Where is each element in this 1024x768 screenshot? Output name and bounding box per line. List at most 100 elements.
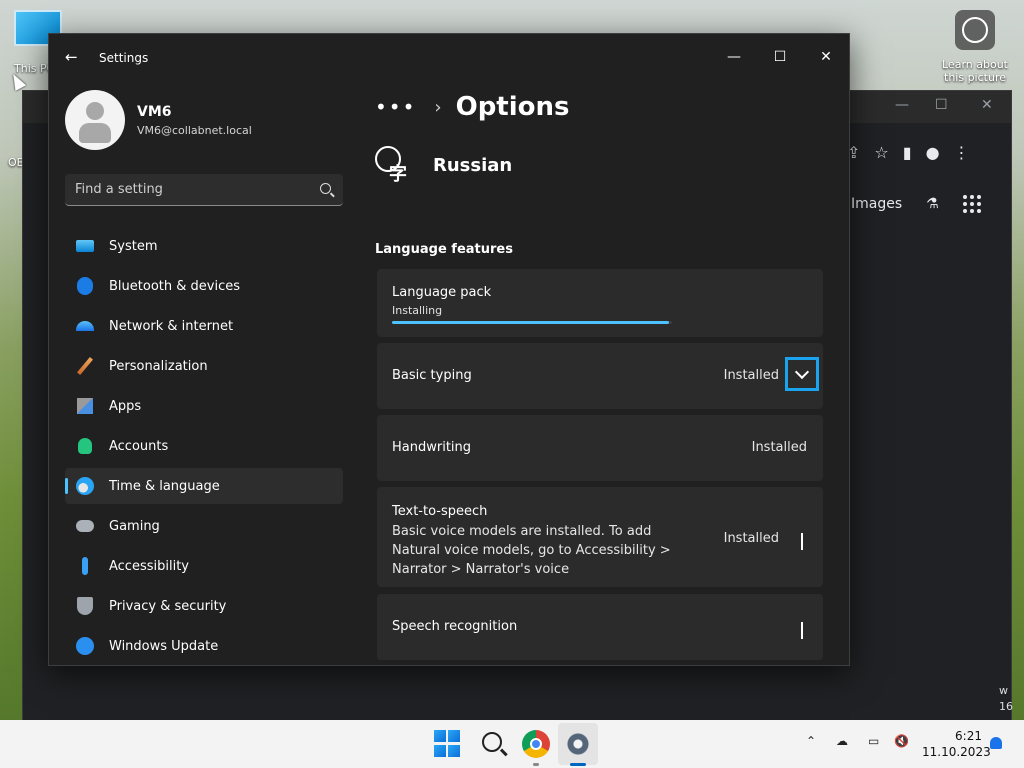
search-input[interactable] (65, 174, 315, 205)
person-icon (75, 436, 95, 456)
onedrive-cloud-icon[interactable]: ☁ (836, 734, 848, 748)
speech-recognition-label: Speech recognition (392, 619, 518, 634)
sidebar-item-accounts[interactable]: Accounts (65, 428, 343, 464)
install-progress-bar (392, 321, 672, 324)
sidebar-item-label: Windows Update (109, 638, 219, 654)
sidebar-item-label: System (109, 238, 158, 254)
maximize-button[interactable]: ☐ (757, 42, 803, 72)
sidebar-item-label: Accounts (109, 438, 169, 454)
sidebar-item-label: Privacy & security (109, 598, 227, 614)
settings-window: ← Settings — ☐ ✕ VM6 VM6@collabnet.local… (48, 33, 850, 666)
update-icon (75, 636, 95, 656)
sidepanel-icon[interactable]: ▮ (903, 143, 912, 162)
brush-icon (75, 356, 95, 376)
sidebar-item-bluetooth[interactable]: Bluetooth & devices (65, 268, 343, 304)
learn-about-picture-label: Learn about this picture (942, 58, 1008, 84)
user-profile[interactable]: VM6 VM6@collabnet.local (65, 90, 252, 150)
sidebar-item-apps[interactable]: Apps (65, 388, 343, 424)
search-icon[interactable] (320, 183, 331, 194)
sidebar-item-network[interactable]: Network & internet (65, 308, 343, 344)
chrome-close-icon[interactable]: ✕ (981, 97, 993, 113)
globe-clock-icon (75, 476, 95, 496)
chrome-toolbar: ⇪ ☆ ▮ ● ⋮ (847, 135, 999, 169)
settings-titlebar: ← Settings — ☐ ✕ (49, 34, 849, 82)
camera-icon (955, 10, 995, 50)
sidebar-item-privacy[interactable]: Privacy & security (65, 588, 343, 624)
page-title: Options (455, 92, 570, 122)
sidebar-item-personalization[interactable]: Personalization (65, 348, 343, 384)
chrome-taskbar-icon[interactable] (522, 730, 550, 758)
sidebar-item-accessibility[interactable]: Accessibility (65, 548, 343, 584)
search-box[interactable] (65, 174, 343, 206)
date: 11.10.2023 (922, 745, 991, 759)
window-title: Settings (99, 51, 149, 65)
start-windows-icon[interactable] (434, 730, 462, 758)
tray-chevron-up-icon[interactable]: ⌃ (806, 734, 816, 748)
language-name: Russian (433, 154, 513, 176)
text-to-speech-card[interactable]: Text-to-speech Basic voice models are in… (377, 487, 823, 587)
language-pack-card: Language pack Installing (377, 269, 823, 337)
speech-recognition-card[interactable]: Speech recognition (377, 594, 823, 660)
shield-icon (75, 596, 95, 616)
language-pack-status: Installing (392, 304, 443, 317)
breadcrumb-overflow-button[interactable]: ••• (375, 95, 416, 119)
sidebar-item-label: Bluetooth & devices (109, 278, 240, 294)
accessibility-icon (75, 556, 95, 576)
clock[interactable]: 6:21 11.10.2023 (922, 728, 991, 760)
taskbar: ⌃ ☁ ▭ 🔇 6:21 11.10.2023 (0, 720, 1024, 768)
wifi-icon (75, 316, 95, 336)
gamepad-icon (75, 516, 95, 536)
volume-muted-icon[interactable]: 🔇 (894, 734, 909, 748)
close-button[interactable]: ✕ (803, 42, 849, 72)
images-link[interactable]: Images (851, 196, 902, 212)
sidebar-nav: System Bluetooth & devices Network & int… (65, 228, 343, 665)
running-indicator (533, 763, 539, 766)
handwriting-label: Handwriting (392, 440, 472, 455)
chevron-right-icon[interactable] (801, 533, 803, 550)
profile-icon[interactable]: ● (926, 143, 940, 162)
chevron-down-icon (794, 364, 810, 380)
sidebar-item-label: Accessibility (109, 558, 189, 574)
chrome-cut-text: w 16 (999, 684, 1013, 713)
handwriting-status: Installed (751, 440, 807, 455)
active-indicator (570, 763, 586, 766)
avatar (65, 90, 125, 150)
basic-typing-card[interactable]: Basic typing Installed (377, 343, 823, 409)
notification-bell-icon[interactable] (990, 737, 1002, 749)
chevron-up-icon[interactable] (801, 622, 803, 639)
monitor-icon (75, 236, 95, 256)
sidebar-item-system[interactable]: System (65, 228, 343, 264)
apps-icon (75, 396, 95, 416)
bluetooth-icon (75, 276, 95, 296)
bookmark-star-icon[interactable]: ☆ (874, 143, 888, 162)
chrome-minimize-icon[interactable]: — (895, 97, 909, 113)
basic-typing-status: Installed (723, 368, 779, 383)
minimize-button[interactable]: — (711, 42, 757, 72)
section-title: Language features (375, 242, 513, 257)
sidebar-item-label: Network & internet (109, 318, 234, 334)
back-arrow-icon[interactable]: ← (65, 48, 78, 66)
basic-typing-expand-button[interactable] (785, 357, 819, 391)
tts-description: Basic voice models are installed. To add… (392, 524, 671, 577)
settings-gear-icon[interactable] (564, 730, 592, 758)
language-pack-label: Language pack (392, 285, 492, 300)
taskbar-search-icon[interactable] (480, 730, 508, 758)
tts-label: Text-to-speech (392, 504, 488, 519)
chrome-menu-icon[interactable]: ⋮ (954, 143, 970, 162)
language-icon: 字 (375, 146, 413, 185)
chrome-maximize-icon[interactable]: ☐ (935, 97, 948, 113)
language-header: 字 Russian (375, 146, 513, 185)
basic-typing-label: Basic typing (392, 368, 472, 383)
breadcrumb: ••• › Options (375, 92, 570, 122)
google-header-links: Images ⚗ (851, 195, 981, 213)
network-icon[interactable]: ▭ (868, 734, 879, 748)
sidebar-item-windows-update[interactable]: Windows Update (65, 628, 343, 664)
sidebar-item-gaming[interactable]: Gaming (65, 508, 343, 544)
time: 6:21 (955, 729, 982, 743)
labs-flask-icon[interactable]: ⚗ (926, 196, 939, 212)
breadcrumb-chevron-icon: › (434, 96, 442, 118)
learn-about-picture-icon[interactable]: Learn about this picture (938, 10, 1012, 84)
sidebar-item-time-language[interactable]: Time & language (65, 468, 343, 504)
google-apps-icon[interactable] (962, 195, 981, 213)
handwriting-card: Handwriting Installed (377, 415, 823, 481)
